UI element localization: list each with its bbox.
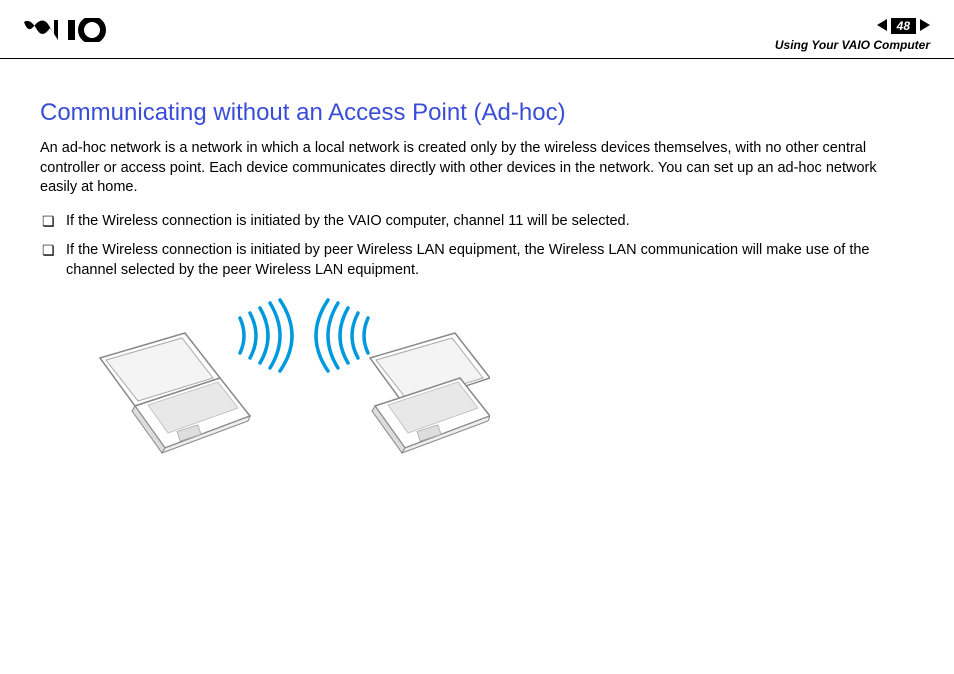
list-item: If the Wireless connection is initiated … [40,212,914,232]
intro-paragraph: An ad-hoc network is a network in which … [40,139,914,198]
page-title: Communicating without an Access Point (A… [40,99,914,127]
page-content: Communicating without an Access Point (A… [0,59,954,503]
vaio-logo [24,18,134,42]
breadcrumb: Using Your VAIO Computer [775,38,930,52]
wireless-signal-right-icon [316,300,368,371]
page-header: 48 Using Your VAIO Computer [0,0,954,59]
wireless-signal-left-icon [240,300,292,371]
header-right: 48 Using Your VAIO Computer [775,18,930,52]
bullet-list: If the Wireless connection is initiated … [40,212,914,281]
next-page-arrow-icon[interactable] [918,19,930,34]
prev-page-arrow-icon[interactable] [877,19,889,34]
list-item: If the Wireless connection is initiated … [40,241,914,280]
laptop-left-icon [100,333,250,453]
laptop-right-icon [370,333,490,453]
adhoc-illustration [70,298,914,483]
page-number: 48 [891,18,916,34]
page-navigation: 48 [775,18,930,34]
